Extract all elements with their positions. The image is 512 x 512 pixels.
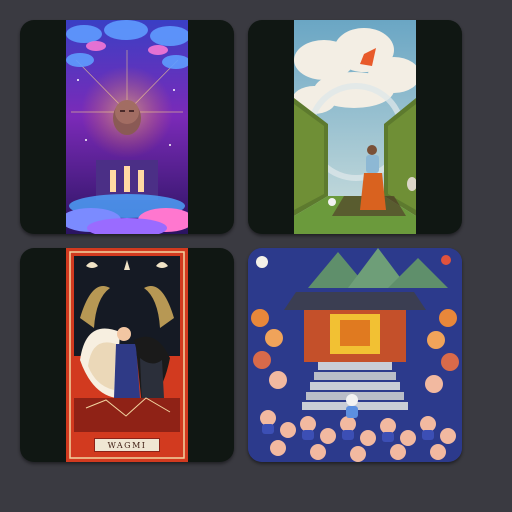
gallery-tile-cosmic-figure[interactable] [20, 20, 234, 234]
gallery-tile-temple-stairs[interactable] [248, 248, 462, 462]
hedge-maze-artwork [294, 20, 416, 234]
tarot-angel-artwork [66, 248, 188, 462]
temple-stairs-artwork [248, 248, 462, 462]
gallery-tile-hedge-maze[interactable] [248, 20, 462, 234]
nft-gallery-grid: WAGMI [0, 0, 512, 512]
cosmic-figure-artwork [66, 20, 188, 234]
tarot-card-caption: WAGMI [94, 438, 160, 452]
gallery-tile-tarot-angel[interactable]: WAGMI [20, 248, 234, 462]
